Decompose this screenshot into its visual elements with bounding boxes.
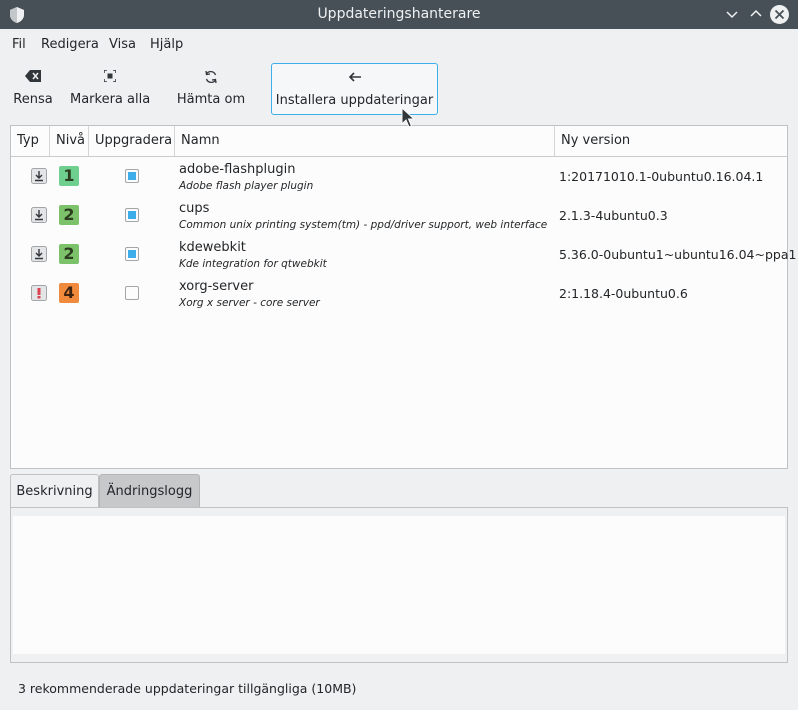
maximize-icon[interactable] — [747, 5, 765, 23]
column-header-type[interactable]: Typ — [11, 126, 50, 156]
refresh-button[interactable]: Hämta om — [175, 63, 247, 115]
arrow-left-icon — [272, 71, 437, 85]
table-header: Typ Nivå Uppgradera Namn Ny version — [11, 126, 787, 157]
package-name: cups — [179, 201, 210, 216]
select-all-button[interactable]: Markera alla — [70, 63, 150, 115]
table-row[interactable]: 2 cups Common unix printing system(tm) -… — [11, 196, 787, 235]
table-row[interactable]: 1 adobe-flashplugin Adobe flash player p… — [11, 157, 787, 196]
menu-help[interactable]: Hjälp — [150, 37, 183, 52]
details-tabs: Beskrivning Ändringslogg — [10, 474, 788, 508]
download-icon — [31, 246, 47, 262]
refresh-button-label: Hämta om — [176, 92, 246, 107]
download-icon — [31, 207, 47, 223]
close-icon[interactable] — [770, 5, 789, 24]
table-row[interactable]: 4 xorg-server Xorg x server - core serve… — [11, 274, 787, 313]
package-version: 5.36.0-0ubuntu1~ubuntu16.04~ppa1 — [559, 247, 797, 262]
column-header-upgrade[interactable]: Uppgradera — [89, 126, 175, 156]
window-title: Uppdateringshanterare — [317, 6, 481, 22]
package-description: Kde integration for qtwebkit — [179, 258, 327, 270]
column-header-version[interactable]: Ny version — [555, 126, 787, 156]
download-icon — [31, 168, 47, 184]
critical-update-icon — [31, 285, 47, 301]
level-badge: 2 — [59, 205, 79, 225]
package-name: adobe-flashplugin — [179, 162, 296, 177]
select-all-icon — [70, 70, 150, 84]
package-version: 2.1.3-4ubuntu0.3 — [559, 208, 668, 223]
package-description: Common unix printing system(tm) - ppd/dr… — [179, 219, 548, 231]
status-text: 3 rekommenderade uppdateringar tillgängl… — [18, 681, 357, 696]
upgrade-checkbox[interactable] — [125, 286, 139, 300]
minimize-icon[interactable] — [723, 5, 741, 23]
menu-edit[interactable]: Redigera — [41, 37, 99, 52]
package-name: kdewebkit — [179, 240, 246, 255]
upgrade-checkbox[interactable] — [125, 247, 139, 261]
tab-changelog[interactable]: Ändringslogg — [99, 474, 200, 508]
clear-button-label: Rensa — [13, 92, 53, 107]
mouse-pointer-icon — [401, 106, 416, 129]
package-version: 1:20171010.1-0ubuntu0.16.04.1 — [559, 169, 764, 184]
updates-table: Typ Nivå Uppgradera Namn Ny version 1 ad… — [10, 125, 796, 469]
description-text-area — [13, 516, 785, 654]
menu-bar: Fil Redigera Visa Hjälp — [0, 29, 798, 59]
level-badge: 2 — [59, 244, 79, 264]
level-badge: 4 — [59, 283, 79, 303]
tab-description[interactable]: Beskrivning — [10, 474, 99, 508]
column-header-level[interactable]: Nivå — [50, 126, 89, 156]
menu-file[interactable]: Fil — [12, 37, 26, 52]
clear-icon — [10, 70, 56, 84]
title-bar: Uppdateringshanterare — [0, 0, 798, 29]
select-all-button-label: Markera alla — [70, 92, 151, 107]
package-name: xorg-server — [179, 279, 254, 294]
column-header-name[interactable]: Namn — [175, 126, 555, 156]
clear-button[interactable]: Rensa — [10, 63, 56, 115]
install-updates-button-label: Installera uppdateringar — [275, 93, 434, 108]
refresh-icon — [175, 70, 247, 84]
level-badge: 1 — [59, 166, 79, 186]
menu-view[interactable]: Visa — [109, 37, 136, 52]
table-row[interactable]: 2 kdewebkit Kde integration for qtwebkit… — [11, 235, 796, 274]
package-version: 2:1.18.4-0ubuntu0.6 — [559, 286, 688, 301]
upgrade-checkbox[interactable] — [125, 208, 139, 222]
package-description: Xorg x server - core server — [179, 297, 320, 309]
upgrade-checkbox[interactable] — [125, 169, 139, 183]
toolbar: Rensa Markera alla Hämta om Installera u… — [0, 60, 798, 120]
package-description: Adobe flash player plugin — [179, 180, 314, 192]
tab-panel — [10, 507, 788, 663]
